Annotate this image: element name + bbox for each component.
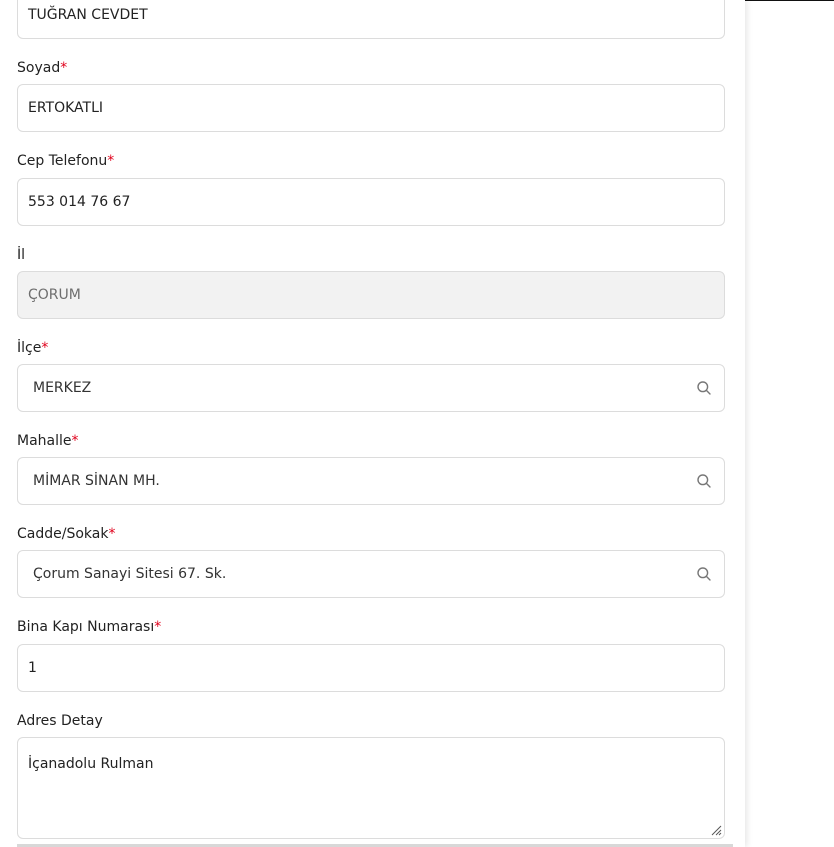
- resize-grip-icon[interactable]: [710, 824, 722, 836]
- ad-input-value: TUĞRAN CEVDET: [28, 7, 148, 23]
- required-marker: *: [60, 60, 68, 76]
- required-marker: *: [108, 526, 116, 542]
- ad-input[interactable]: TUĞRAN CEVDET: [17, 0, 725, 39]
- required-marker: *: [107, 153, 115, 169]
- ilce-select-value: MERKEZ: [33, 380, 92, 396]
- cep-telefonu-input-value: 553 014 76 67: [28, 194, 131, 210]
- mahalle-select[interactable]: MİMAR SİNAN MH.: [17, 457, 725, 505]
- adres-detay-textarea[interactable]: İçanadolu Rulman: [17, 737, 725, 839]
- soyad-input[interactable]: ERTOKATLI: [17, 84, 725, 132]
- search-icon[interactable]: [696, 473, 712, 489]
- il-input: ÇORUM: [17, 271, 725, 319]
- bina-kapi-label: Bina Kapı Numarası*: [17, 619, 162, 635]
- ilce-select[interactable]: MERKEZ: [17, 364, 725, 412]
- required-marker: *: [41, 340, 49, 356]
- mahalle-label: Mahalle*: [17, 433, 79, 449]
- adres-detay-value: İçanadolu Rulman: [28, 756, 154, 772]
- il-input-value: ÇORUM: [28, 287, 81, 303]
- required-marker: *: [154, 619, 162, 635]
- search-icon[interactable]: [696, 380, 712, 396]
- cep-telefonu-label: Cep Telefonu*: [17, 153, 115, 169]
- cep-telefonu-input[interactable]: 553 014 76 67: [17, 178, 725, 226]
- cadde-sokak-select-value: Çorum Sanayi Sitesi 67. Sk.: [33, 566, 227, 582]
- required-marker: *: [71, 433, 79, 449]
- soyad-label: Soyad*: [17, 60, 68, 76]
- cadde-sokak-label: Cadde/Sokak*: [17, 526, 116, 542]
- il-label: İl: [17, 247, 26, 263]
- bina-kapi-input[interactable]: 1: [17, 644, 725, 692]
- soyad-input-value: ERTOKATLI: [28, 100, 104, 116]
- search-icon[interactable]: [696, 566, 712, 582]
- adres-detay-label: Adres Detay: [17, 713, 103, 729]
- ilce-label: İlçe*: [17, 340, 49, 356]
- address-form-panel: TUĞRAN CEVDET Soyad* ERTOKATLI Cep Telef…: [0, 0, 745, 847]
- cadde-sokak-select[interactable]: Çorum Sanayi Sitesi 67. Sk.: [17, 550, 725, 598]
- bina-kapi-input-value: 1: [28, 660, 37, 676]
- mahalle-select-value: MİMAR SİNAN MH.: [33, 473, 160, 489]
